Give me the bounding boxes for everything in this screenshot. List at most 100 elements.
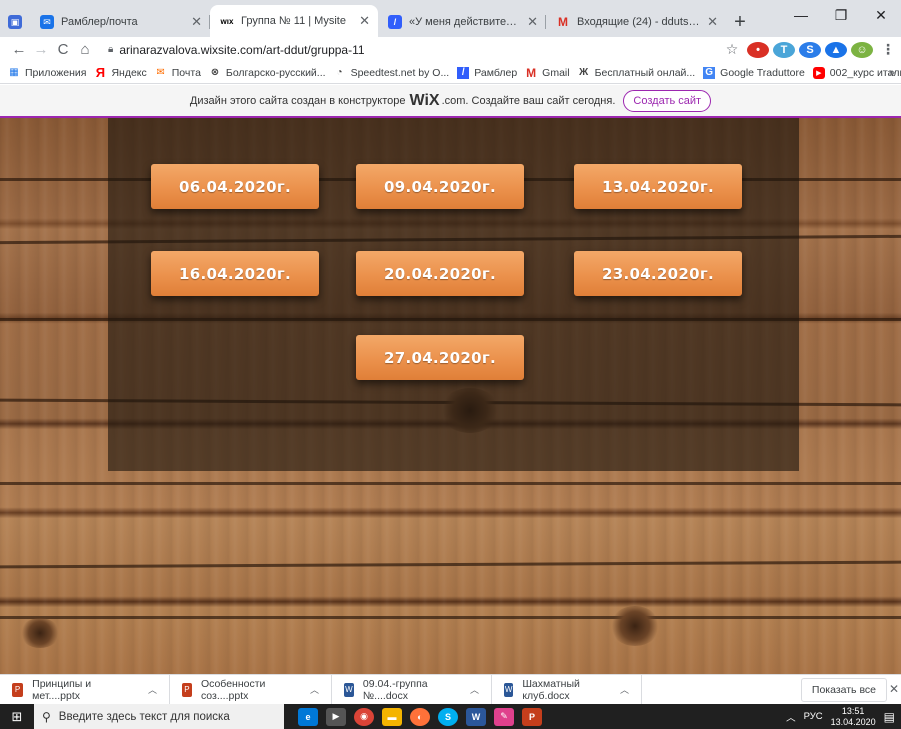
bookmark-free-online[interactable]: Ж Бесплатный онлай... — [578, 67, 695, 79]
tab-pinned[interactable]: ▣ — [0, 7, 30, 37]
paint-icon[interactable]: ✎ — [494, 707, 514, 726]
wix-icon: wıx — [220, 16, 234, 26]
word-icon[interactable]: W — [466, 707, 486, 726]
media-player-icon[interactable]: ▶ — [326, 707, 346, 726]
chevron-up-icon[interactable]: ︿ — [470, 683, 479, 696]
bookmark-bulgarian-russian[interactable]: ⊗ Болгарско-русский... — [209, 67, 326, 79]
search-icon: ⚲ — [42, 709, 51, 724]
gmail-icon: M — [526, 65, 537, 80]
download-filename: Шахматный клуб.docx — [522, 677, 580, 702]
profile-avatar-icon[interactable]: ☺ — [851, 41, 873, 58]
taskbar-apps: e ▶ ◉ ▬ ◐ S W ✎ P — [294, 707, 546, 726]
tab-wix-site[interactable]: wıx Группа № 11 | Mysite ✕ — [210, 5, 378, 37]
windows-start-icon[interactable]: ⊞ — [0, 704, 34, 729]
word-file-icon: W — [504, 682, 514, 697]
restore-icon[interactable]: ❐ — [821, 0, 861, 30]
download-filename: Принципы и мет....pptx — [32, 677, 92, 702]
file-explorer-icon[interactable]: ▬ — [382, 707, 402, 726]
app-icon: ▣ — [8, 15, 22, 29]
notifications-icon[interactable]: ▤ — [884, 710, 895, 724]
close-window-icon[interactable]: ✕ — [861, 0, 901, 30]
google-translate-icon: G — [703, 66, 716, 79]
home-icon[interactable]: ⌂ — [74, 41, 96, 58]
chrome-icon[interactable]: ◉ — [354, 707, 374, 726]
bookmark-italian-course[interactable]: ▶ 002_курс итальянс... — [812, 66, 901, 79]
bookmark-apps[interactable]: ▦ Приложения — [8, 67, 86, 79]
browser-tab-strip: ▣ ✉ Рамблер/почта ✕ wıx Группа № 11 | My… — [0, 0, 901, 37]
forward-icon[interactable]: → — [30, 41, 52, 58]
chevron-up-icon[interactable]: ︿ — [148, 683, 157, 696]
date-button-13-04[interactable]: 13.04.2020г. — [574, 164, 742, 209]
date-button-16-04[interactable]: 16.04.2020г. — [151, 251, 319, 296]
bookmark-label: Gmail — [542, 66, 570, 79]
download-item[interactable]: W 09.04.-группа №....docx ︿ — [332, 674, 492, 705]
chevron-up-icon[interactable]: ︿ — [786, 710, 796, 724]
menu-dots-icon[interactable]: ⋮ — [877, 41, 899, 58]
bookmark-google-translate[interactable]: G Google Traduttore — [703, 66, 805, 79]
youtube-icon: ▶ — [812, 66, 825, 79]
extension-s-icon[interactable]: S — [799, 41, 821, 58]
translate-extension-icon[interactable]: T — [773, 41, 795, 58]
bookmark-rambler[interactable]: / Рамблер — [457, 66, 518, 79]
bookmark-label: Speedtest.net by O... — [350, 66, 450, 79]
rambler-icon: / — [388, 15, 402, 29]
close-icon[interactable]: ✕ — [191, 14, 202, 30]
bookmarks-bar: ▦ Приложения Я Яндекс ✉ Почта ⊗ Болгарск… — [0, 62, 901, 84]
reload-icon[interactable]: C — [52, 41, 74, 58]
date-button-27-04[interactable]: 27.04.2020г. — [356, 335, 524, 380]
skype-icon[interactable]: S — [438, 707, 458, 726]
bookmark-gmail[interactable]: M Gmail — [525, 65, 570, 80]
close-icon[interactable]: ✕ — [527, 14, 538, 30]
minimize-icon[interactable]: — — [781, 0, 821, 30]
tab-gmail[interactable]: M Входящие (24) - ddutsto@gmail ✕ — [546, 7, 726, 37]
lock-icon: 🔒︎ — [108, 44, 114, 55]
taskbar-search-box[interactable]: ⚲ Введите здесь текст для поиска — [34, 704, 284, 729]
bookmarks-overflow-icon[interactable]: » — [889, 67, 895, 79]
bookmark-label: Яндекс — [111, 66, 147, 79]
download-item[interactable]: W Шахматный клуб.docx ︿ — [492, 674, 642, 705]
extension-drive-icon[interactable]: ▲ — [825, 41, 847, 58]
adblock-icon[interactable]: • — [747, 41, 769, 58]
download-item[interactable]: P Принципы и мет....pptx ︿ — [0, 674, 170, 705]
app-icon: Ж — [579, 67, 589, 78]
date-button-20-04[interactable]: 20.04.2020г. — [356, 251, 524, 296]
firefox-icon[interactable]: ◐ — [410, 707, 430, 726]
tab-rambler-mail[interactable]: ✉ Рамблер/почта ✕ — [30, 7, 210, 37]
bookmark-label: Рамблер — [474, 66, 518, 79]
chevron-up-icon[interactable]: ︿ — [310, 683, 319, 696]
clock[interactable]: 13:51 13.04.2020 — [831, 706, 876, 728]
tab-title: «У меня действительно был ко — [409, 16, 521, 28]
system-tray: ︿ РУС 13:51 13.04.2020 ▤ — [786, 704, 901, 729]
address-bar[interactable]: 🔒︎ arinarazvalova.wixsite.com/art-ddut/g… — [108, 39, 728, 60]
star-icon[interactable]: ☆ — [721, 41, 743, 58]
bookmark-speedtest[interactable]: ◔ Speedtest.net by O... — [334, 67, 450, 79]
banner-text: Дизайн этого сайта создан в конструкторе — [189, 94, 406, 107]
language-indicator[interactable]: РУС — [804, 711, 823, 722]
date-button-23-04[interactable]: 23.04.2020г. — [574, 251, 742, 296]
tab-rambler-article[interactable]: / «У меня действительно был ко ✕ — [378, 7, 546, 37]
tab-title: Группа № 11 | Mysite — [241, 15, 346, 27]
bookmark-pochta[interactable]: ✉ Почта — [155, 67, 201, 79]
close-icon[interactable]: ✕ — [359, 13, 370, 29]
download-item[interactable]: P Особенности соз....pptx ︿ — [170, 674, 332, 705]
download-filename: Особенности соз....pptx — [200, 677, 266, 702]
new-tab-button[interactable]: + — [726, 7, 754, 37]
bookmark-yandex[interactable]: Я Яндекс — [94, 65, 147, 80]
gmail-icon: M — [558, 15, 568, 29]
speedtest-icon: ◔ — [336, 67, 343, 78]
downloads-bar: P Принципы и мет....pptx ︿ P Особенности… — [0, 674, 901, 705]
tab-title: Входящие (24) - ddutsto@gmail — [577, 16, 701, 28]
date-button-06-04[interactable]: 06.04.2020г. — [151, 164, 319, 209]
close-icon[interactable]: ✕ — [707, 14, 718, 30]
show-all-downloads-button[interactable]: Показать все — [800, 678, 887, 702]
powerpoint-file-icon: P — [182, 682, 192, 697]
edge-icon[interactable]: e — [298, 707, 318, 726]
date-button-09-04[interactable]: 09.04.2020г. — [356, 164, 524, 209]
wood-knot — [610, 606, 660, 646]
back-icon[interactable]: ← — [8, 41, 30, 58]
close-icon[interactable]: ✕ — [889, 682, 899, 696]
chevron-up-icon[interactable]: ︿ — [620, 683, 629, 696]
create-site-button[interactable]: Создать сайт — [623, 89, 712, 112]
bookmark-label: Почта — [171, 66, 201, 79]
powerpoint-icon[interactable]: P — [522, 707, 542, 726]
